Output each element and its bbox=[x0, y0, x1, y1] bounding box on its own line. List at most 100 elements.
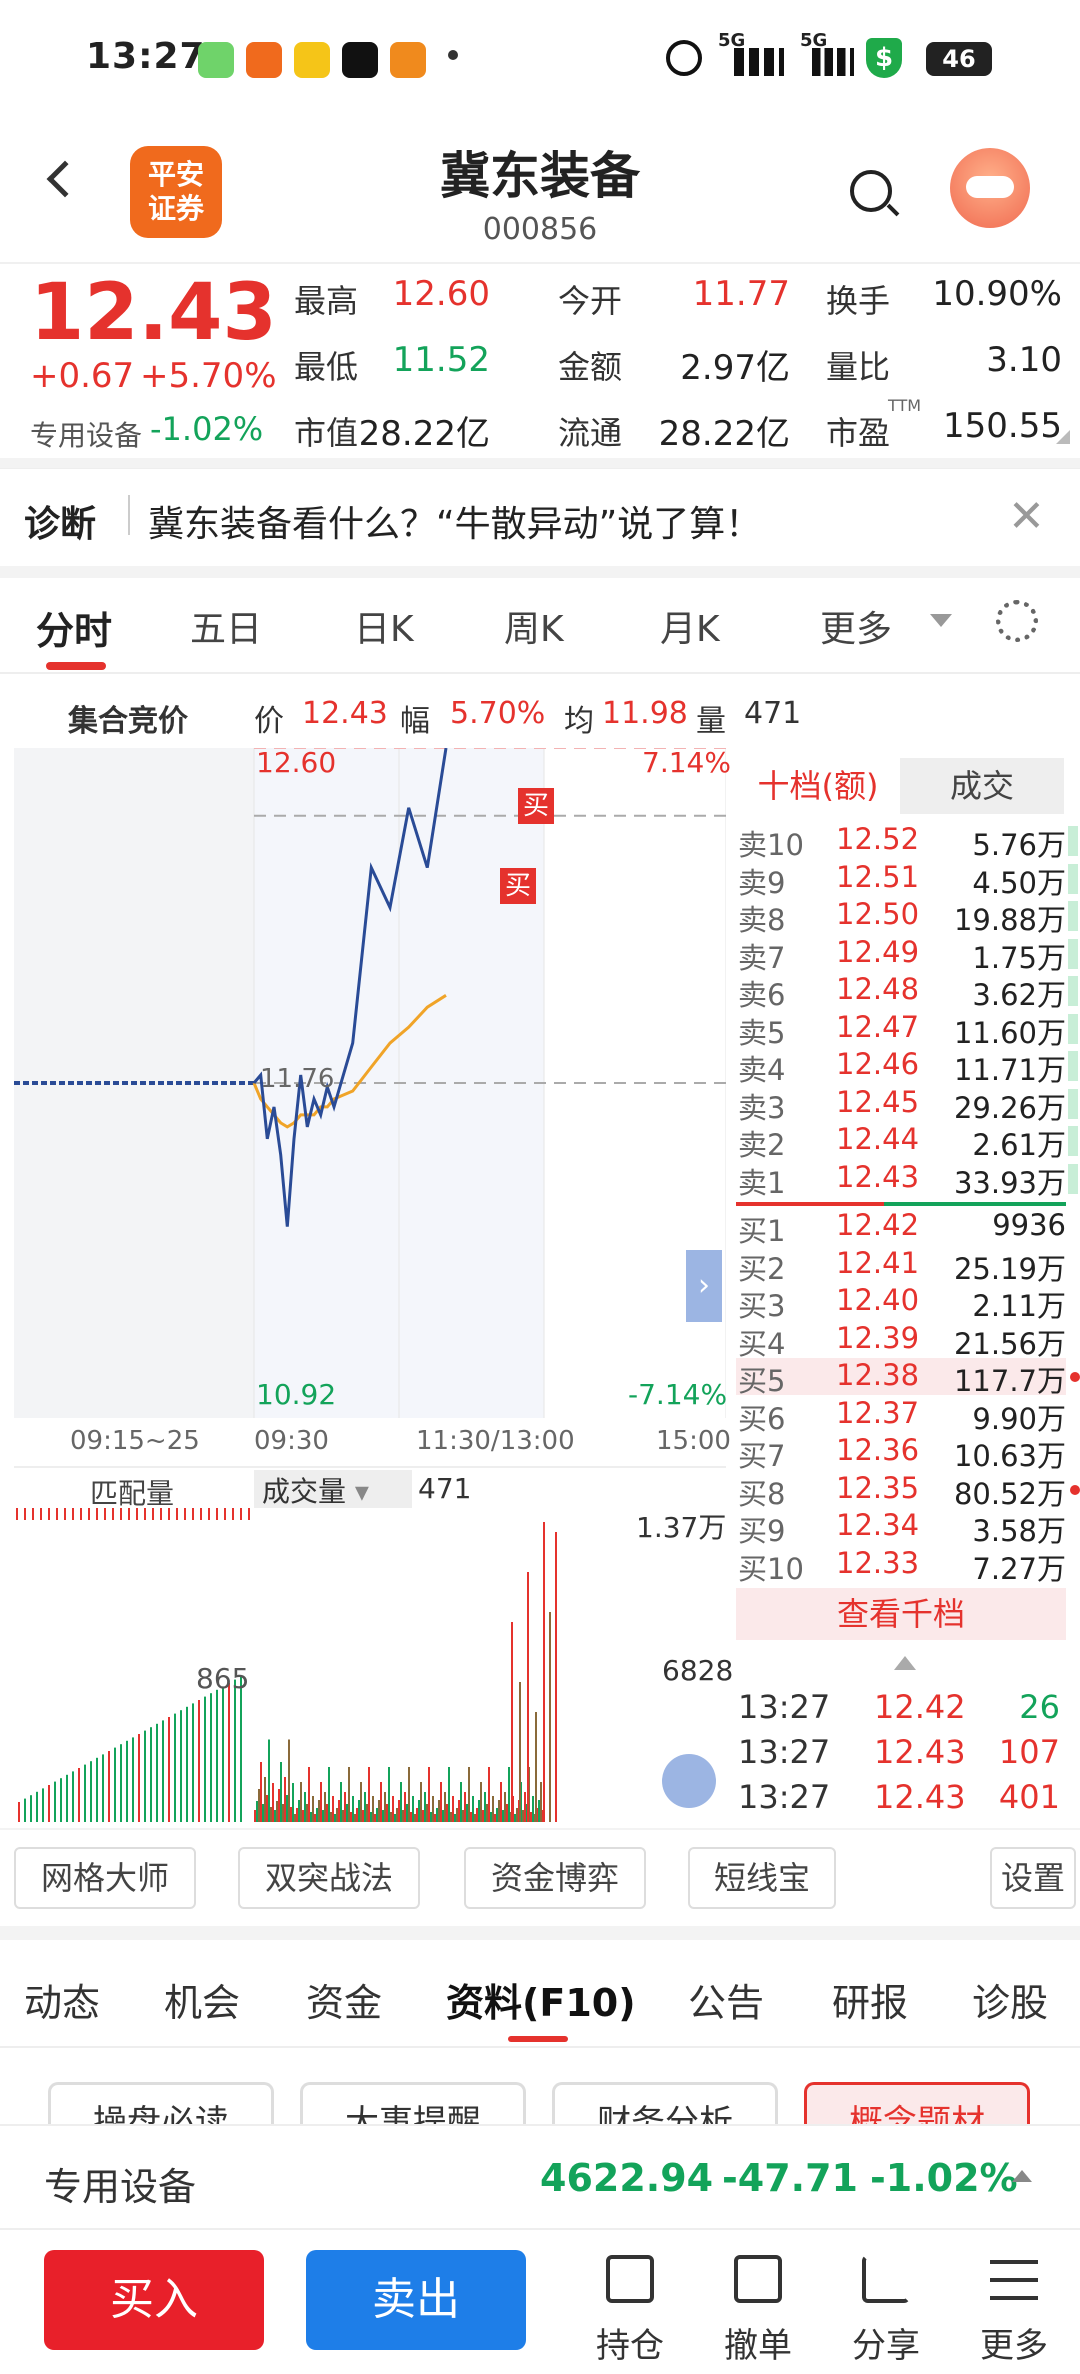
volume-bar bbox=[424, 1792, 426, 1822]
orderbook-volume: 3.58万 bbox=[972, 1514, 1066, 1548]
sub-button[interactable]: 财务分析 bbox=[552, 2082, 778, 2124]
orderbook-row-buy[interactable]: 买1 12.42 9936 bbox=[736, 1208, 1066, 1248]
match-bar bbox=[232, 1508, 234, 1520]
tab-trades[interactable]: 成交 bbox=[900, 758, 1064, 814]
info-tab[interactable]: 公告 bbox=[688, 1972, 764, 2027]
app-notification-icon bbox=[390, 42, 426, 78]
info-tab[interactable]: 资金 bbox=[306, 1972, 382, 2027]
share-icon[interactable] bbox=[862, 2255, 910, 2303]
match-bar bbox=[80, 1508, 82, 1520]
quote-field-label: 最高 bbox=[294, 282, 359, 320]
price-chart[interactable] bbox=[14, 748, 726, 1418]
volume-bar bbox=[450, 1812, 452, 1822]
orderbook-row-sell[interactable]: 卖4 12.46 11.71万 bbox=[736, 1047, 1078, 1087]
search-icon[interactable] bbox=[850, 170, 892, 212]
orderbook-row-sell[interactable]: 卖10 12.52 5.76万 bbox=[736, 822, 1078, 862]
time-axis-label: 11:30/13:00 bbox=[416, 1426, 575, 1456]
tab-intraday[interactable]: 分时 bbox=[36, 600, 112, 655]
volume-bar bbox=[400, 1782, 402, 1822]
orderbook-row-sell[interactable]: 卖6 12.48 3.62万 bbox=[736, 972, 1078, 1012]
orderbook-row-buy[interactable]: 买8 12.35 80.52万 bbox=[736, 1471, 1080, 1511]
orderbook-row-buy[interactable]: 买4 12.39 21.56万 bbox=[736, 1321, 1066, 1361]
tab-weekly[interactable]: 周K bbox=[504, 600, 564, 652]
orderbook-row-buy[interactable]: 买10 12.33 7.27万 bbox=[736, 1546, 1066, 1586]
sell-button[interactable]: 卖出 bbox=[306, 2250, 526, 2350]
orderbook-row-buy[interactable]: 买7 12.36 10.63万 bbox=[736, 1433, 1066, 1473]
tab-monthly[interactable]: 月K bbox=[660, 600, 720, 652]
sub-button[interactable]: 操盘必读 bbox=[48, 2082, 274, 2124]
orderbook-level: 买10 bbox=[738, 1551, 804, 1586]
fullscreen-icon[interactable] bbox=[662, 1754, 716, 1808]
diagnosis-banner[interactable]: 诊断 冀东装备看什么？“牛散异动”说了算！ ✕ bbox=[0, 468, 1080, 568]
sector-name[interactable]: 专用设备 bbox=[30, 414, 142, 454]
orderbook-row-sell[interactable]: 卖2 12.44 2.61万 bbox=[736, 1122, 1078, 1162]
orderbook-row-sell[interactable]: 卖1 12.43 33.93万 bbox=[736, 1160, 1078, 1200]
active-tab-indicator bbox=[46, 662, 106, 670]
position-icon[interactable] bbox=[606, 2255, 654, 2303]
buy-marker[interactable]: 买 bbox=[500, 868, 536, 904]
volume-bar bbox=[356, 1808, 358, 1822]
position-label[interactable]: 持仓 bbox=[590, 2318, 670, 2367]
orderbook-row-sell[interactable]: 卖9 12.51 4.50万 bbox=[736, 860, 1078, 900]
info-tab[interactable]: 动态 bbox=[24, 1972, 100, 2027]
tab-ten-levels[interactable]: 十档(额) bbox=[736, 758, 900, 814]
view-thousand-levels-button[interactable]: 查看千档 bbox=[736, 1588, 1066, 1640]
volume-select[interactable]: 成交量 ▾ bbox=[254, 1470, 412, 1508]
tool-button[interactable]: 短线宝 bbox=[688, 1847, 836, 1909]
tool-button[interactable]: 设置 bbox=[990, 1847, 1076, 1909]
volume-bar bbox=[108, 1751, 110, 1822]
time-axis-label: 09:15~25 bbox=[70, 1426, 200, 1456]
volume-bar bbox=[543, 1522, 545, 1822]
orderbook-row-buy[interactable]: 买5 12.38 117.7万 bbox=[736, 1358, 1080, 1398]
share-label[interactable]: 分享 bbox=[846, 2318, 926, 2367]
info-tab[interactable]: 机会 bbox=[164, 1972, 240, 2027]
close-icon[interactable]: ✕ bbox=[1008, 491, 1045, 542]
orderbook-row-buy[interactable]: 买6 12.37 9.90万 bbox=[736, 1396, 1066, 1436]
expand-orderbook-button[interactable]: › bbox=[686, 1250, 722, 1322]
gear-icon[interactable] bbox=[996, 600, 1038, 642]
info-tab[interactable]: 资料(F10) bbox=[446, 1972, 636, 2027]
info-tab[interactable]: 诊股 bbox=[972, 1972, 1048, 2027]
sub-button[interactable]: 概念题材 bbox=[804, 2082, 1030, 2124]
cancel-order-icon[interactable] bbox=[734, 2255, 782, 2303]
volume-bar bbox=[498, 1800, 500, 1822]
sector-bar[interactable]: 专用设备 4622.94 -47.71 -1.02% bbox=[0, 2124, 1080, 2230]
volume-bar bbox=[340, 1782, 342, 1822]
volume-bar bbox=[527, 1572, 529, 1822]
cancel-order-label[interactable]: 撤单 bbox=[718, 2318, 798, 2367]
tab-five-day[interactable]: 五日 bbox=[190, 600, 262, 652]
volume-bar bbox=[132, 1737, 134, 1822]
active-tab-indicator bbox=[508, 2036, 568, 2042]
tool-button[interactable]: 网格大师 bbox=[14, 1847, 196, 1909]
volume-bar bbox=[344, 1792, 346, 1822]
more-label[interactable]: 更多 bbox=[974, 2318, 1054, 2367]
buy-button[interactable]: 买入 bbox=[44, 2250, 264, 2350]
match-bar bbox=[168, 1508, 170, 1520]
assistant-avatar[interactable] bbox=[950, 148, 1030, 228]
divider bbox=[128, 495, 130, 535]
orderbook-row-sell[interactable]: 卖7 12.49 1.75万 bbox=[736, 935, 1078, 975]
orderbook-row-buy[interactable]: 买9 12.34 3.58万 bbox=[736, 1508, 1066, 1548]
tab-more[interactable]: 更多 bbox=[820, 600, 892, 652]
info-tab[interactable]: 研报 bbox=[832, 1972, 908, 2027]
volume-bar bbox=[282, 1804, 284, 1822]
orderbook-row-sell[interactable]: 卖3 12.45 29.26万 bbox=[736, 1085, 1078, 1125]
volume-bar bbox=[370, 1812, 372, 1822]
buy-marker[interactable]: 买 bbox=[518, 788, 554, 824]
orderbook-row-sell[interactable]: 卖5 12.47 11.60万 bbox=[736, 1010, 1078, 1050]
orderbook-row-sell[interactable]: 卖8 12.50 19.88万 bbox=[736, 897, 1078, 937]
sub-button[interactable]: 大事提醒 bbox=[300, 2082, 526, 2124]
orderbook-row-buy[interactable]: 买3 12.40 2.11万 bbox=[736, 1283, 1066, 1323]
chevron-down-icon[interactable] bbox=[930, 614, 952, 627]
tool-button[interactable]: 双突战法 bbox=[238, 1847, 420, 1909]
sector-bar-name: 专用设备 bbox=[44, 2165, 197, 2209]
volume-bar bbox=[374, 1814, 376, 1822]
chevron-up-icon[interactable] bbox=[1012, 2170, 1032, 2182]
volume-bar bbox=[168, 1717, 170, 1822]
orderbook-row-buy[interactable]: 买2 12.41 25.19万 bbox=[736, 1246, 1066, 1286]
volume-bar bbox=[1068, 1051, 1078, 1081]
volume-bar bbox=[366, 1804, 368, 1822]
chevron-up-icon[interactable] bbox=[894, 1656, 916, 1670]
tool-button[interactable]: 资金博弈 bbox=[464, 1847, 646, 1909]
tab-daily[interactable]: 日K bbox=[354, 600, 414, 652]
